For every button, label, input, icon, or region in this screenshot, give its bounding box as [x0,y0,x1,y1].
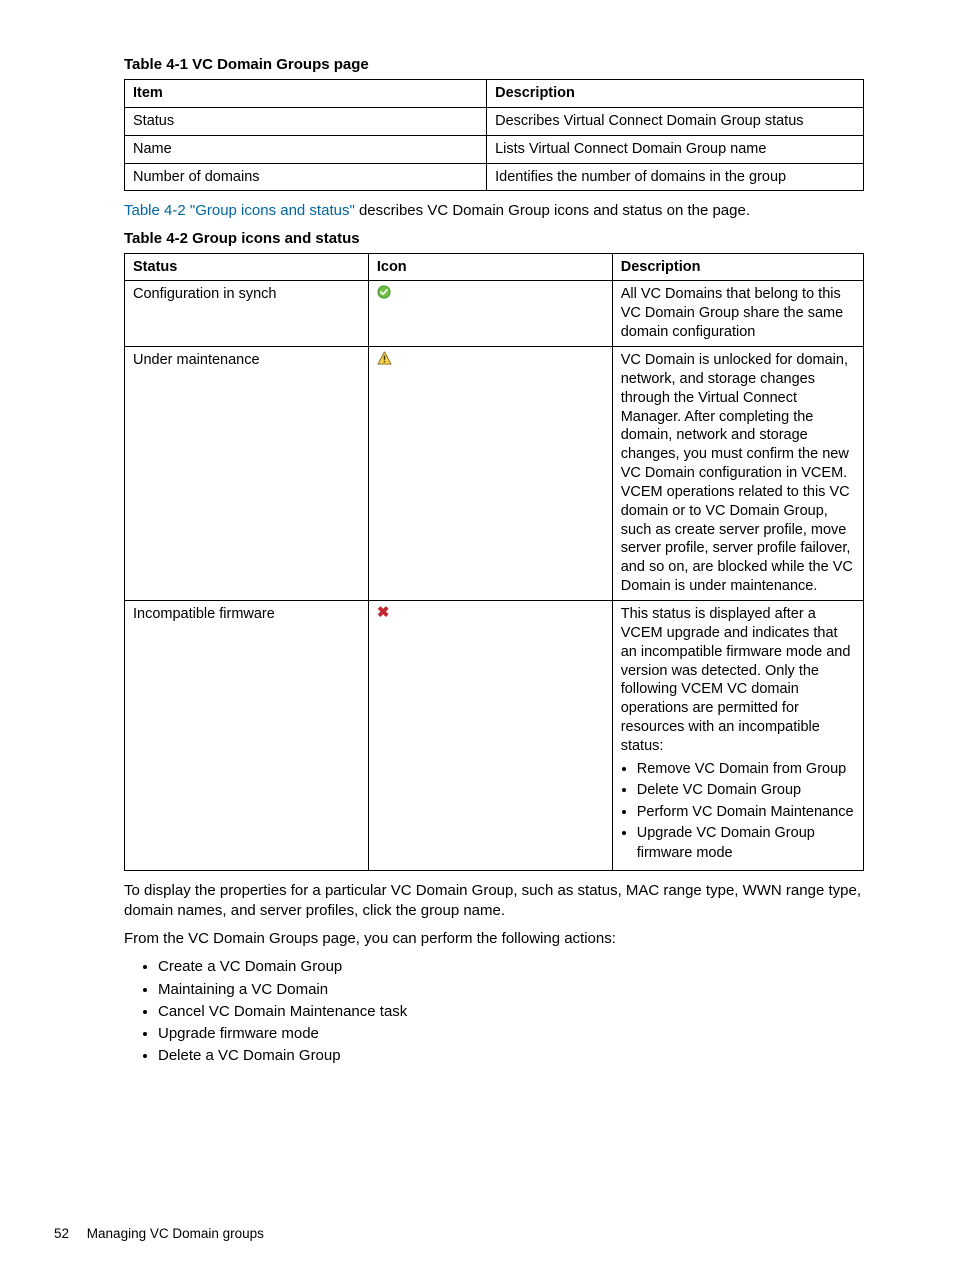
error-icon: ✖ [377,605,390,620]
cell-desc-text: This status is displayed after a VCEM up… [621,606,851,754]
table-row: Under maintenance VC Domain is unlocked … [125,347,864,601]
cell-desc: This status is displayed after a VCEM up… [612,600,863,870]
cell-desc: Describes Virtual Connect Domain Group s… [487,107,864,135]
intro-paragraph: Table 4-2 "Group icons and status" descr… [124,201,864,221]
cell-icon [368,281,612,347]
chapter-title: Managing VC Domain groups [87,1226,264,1241]
list-item: Remove VC Domain from Group [637,760,855,780]
list-item: Delete a VC Domain Group [158,1046,864,1066]
paragraph-actions-intro: From the VC Domain Groups page, you can … [124,929,864,949]
table-row: Status Describes Virtual Connect Domain … [125,107,864,135]
table-4-1-caption: Table 4-1 VC Domain Groups page [124,56,864,73]
table-4-1-header-description: Description [487,80,864,108]
list-item: Delete VC Domain Group [637,781,855,801]
table-4-1: Item Description Status Describes Virtua… [124,79,864,191]
cell-icon: ✖ [368,600,612,870]
list-item: Maintaining a VC Domain [158,980,864,1000]
cell-status: Under maintenance [125,347,369,601]
table-row: Name Lists Virtual Connect Domain Group … [125,135,864,163]
cell-desc: Identifies the number of domains in the … [487,163,864,191]
warning-icon [377,351,392,371]
cell-desc: All VC Domains that belong to this VC Do… [612,281,863,347]
table-row: Configuration in synch All VC Domains th… [125,281,864,347]
intro-rest: describes VC Domain Group icons and stat… [355,202,750,219]
cell-item: Number of domains [125,163,487,191]
page-number: 52 [54,1226,69,1241]
cell-item: Status [125,107,487,135]
xref-table-4-2[interactable]: Table 4-2 "Group icons and status" [124,202,355,219]
table-4-2: Status Icon Description Configuration in… [124,253,864,871]
cell-status: Configuration in synch [125,281,369,347]
table-row: Number of domains Identifies the number … [125,163,864,191]
paragraph-display-properties: To display the properties for a particul… [124,881,864,922]
list-item: Upgrade VC Domain Group firmware mode [637,824,855,863]
table-4-2-header-icon: Icon [368,253,612,281]
table-4-2-header-status: Status [125,253,369,281]
list-item: Create a VC Domain Group [158,957,864,977]
list-item: Perform VC Domain Maintenance [637,803,855,823]
actions-list: Create a VC Domain Group Maintaining a V… [124,957,864,1066]
ok-icon [377,285,391,305]
cell-desc: VC Domain is unlocked for domain, networ… [612,347,863,601]
list-item: Upgrade firmware mode [158,1024,864,1044]
incompatible-list: Remove VC Domain from Group Delete VC Do… [621,760,855,864]
table-4-2-caption: Table 4-2 Group icons and status [124,230,864,247]
list-item: Cancel VC Domain Maintenance task [158,1002,864,1022]
table-4-1-header-item: Item [125,80,487,108]
page-footer: 52 Managing VC Domain groups [54,1226,264,1241]
table-4-2-header-description: Description [612,253,863,281]
cell-item: Name [125,135,487,163]
cell-status: Incompatible firmware [125,600,369,870]
cell-desc: Lists Virtual Connect Domain Group name [487,135,864,163]
cell-icon [368,347,612,601]
table-row: Incompatible firmware ✖ This status is d… [125,600,864,870]
